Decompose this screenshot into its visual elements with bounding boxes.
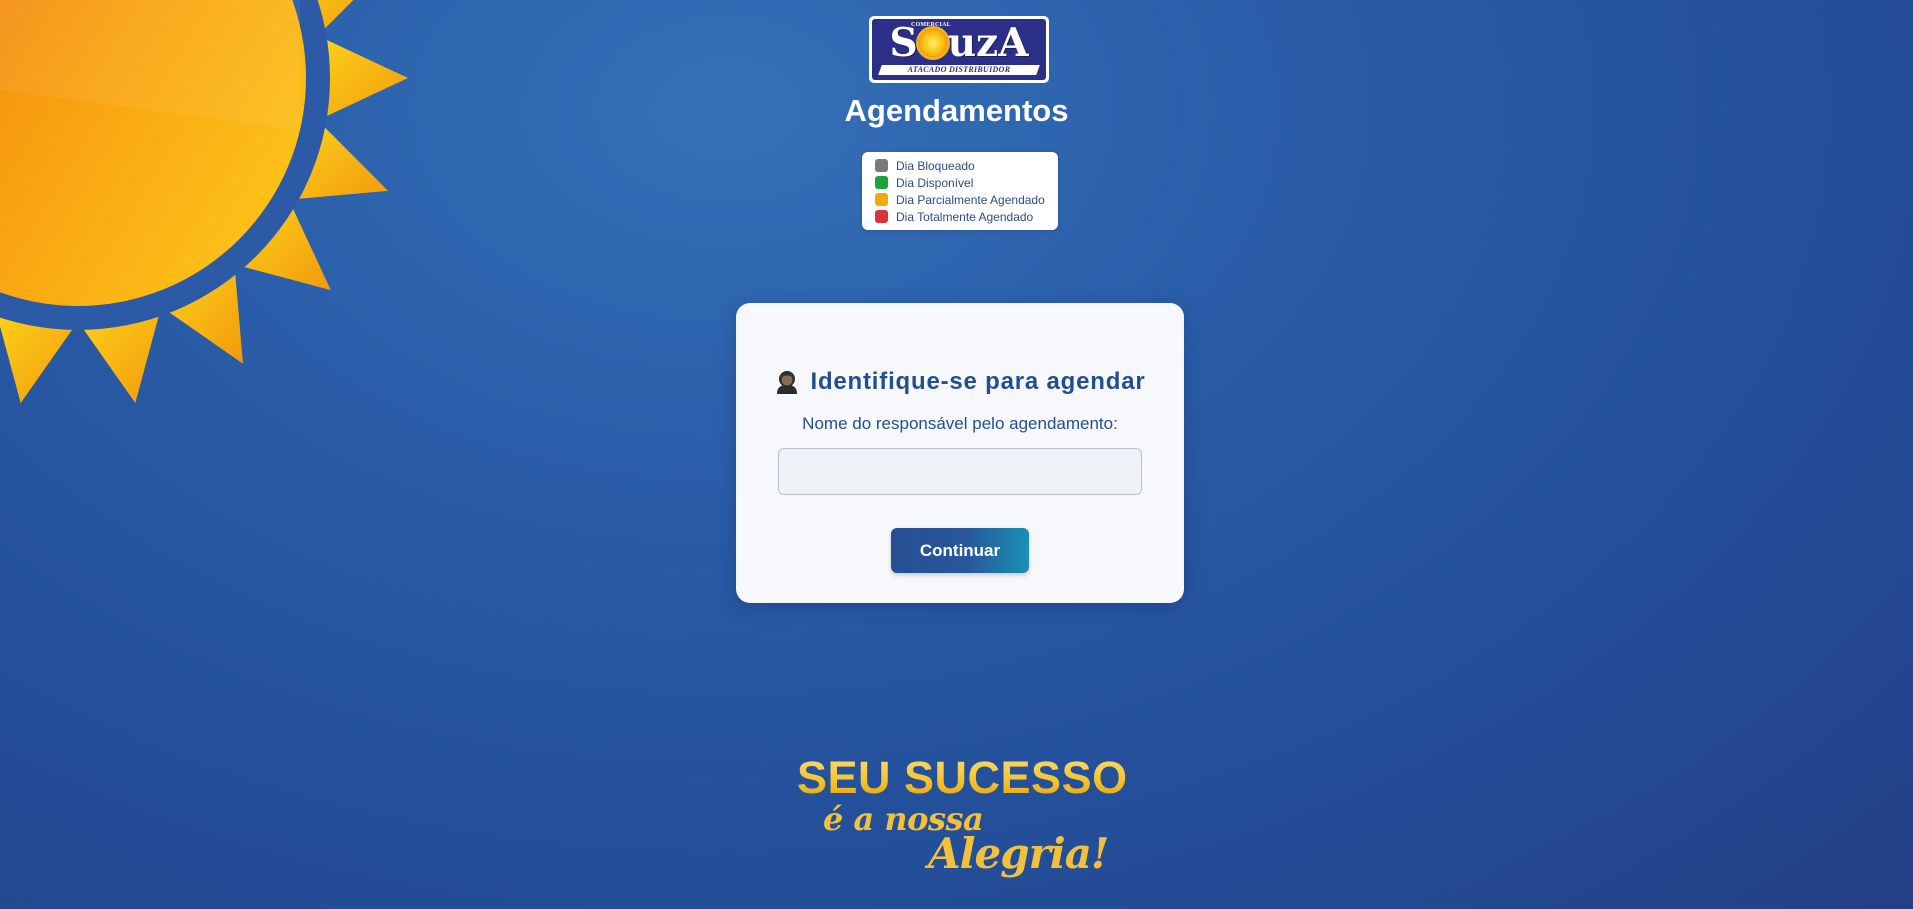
legend-item-full: Dia Totalmente Agendado (875, 208, 1058, 225)
legend-item-partial: Dia Parcialmente Agendado (875, 191, 1058, 208)
calendar-legend: Dia Bloqueado Dia Disponível Dia Parcial… (862, 152, 1058, 230)
legend-label: Dia Parcialmente Agendado (896, 192, 1045, 207)
page-header: COMERCIAL SuzA ATACADO DISTRIBUIDOR Agen… (0, 0, 1913, 240)
legend-swatch-available (875, 176, 888, 189)
slogan-line-3: Alegria! (928, 829, 1109, 878)
legend-label: Dia Bloqueado (896, 158, 975, 173)
card-heading: Identifique-se para agendar (736, 365, 1184, 399)
logo-tagline: ATACADO DISTRIBUIDOR (907, 65, 1011, 74)
continue-button[interactable]: Continuar (891, 528, 1029, 573)
identification-card: Identifique-se para agendar Nome do resp… (736, 303, 1184, 603)
page-title: Agendamentos (844, 93, 1069, 128)
slogan: SEU SUCESSO é a nossa Alegria! (790, 752, 1130, 892)
logo-brand: SuzA (889, 20, 1029, 66)
slogan-line-1: SEU SUCESSO (797, 752, 1128, 803)
logo-sun-icon (918, 29, 947, 57)
card-heading-text: Identifique-se para agendar (810, 368, 1146, 395)
person-icon (777, 371, 798, 394)
legend-swatch-full (875, 210, 888, 223)
souza-logo: COMERCIAL SuzA ATACADO DISTRIBUIDOR (869, 16, 1049, 83)
legend-swatch-blocked (875, 159, 888, 172)
responsible-name-input[interactable] (778, 448, 1142, 495)
legend-label: Dia Disponível (896, 175, 974, 190)
legend-item-blocked: Dia Bloqueado (875, 157, 1058, 174)
legend-swatch-partial (875, 193, 888, 206)
responsible-name-label: Nome do responsável pelo agendamento: (802, 414, 1118, 433)
legend-item-available: Dia Disponível (875, 174, 1058, 191)
legend-label: Dia Totalmente Agendado (896, 209, 1034, 224)
